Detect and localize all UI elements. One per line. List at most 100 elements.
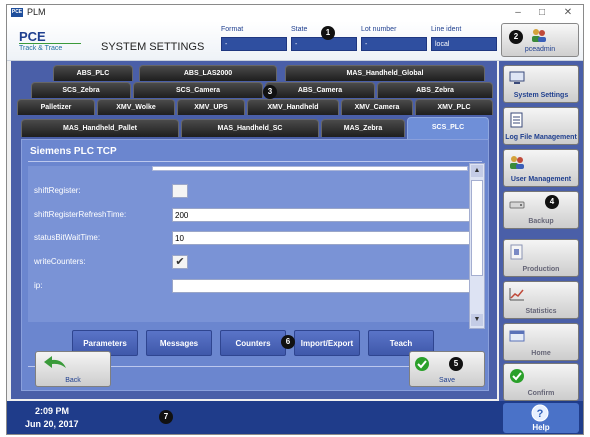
shift-register-refresh-time-input[interactable]: 200: [172, 208, 482, 222]
nav-system-settings[interactable]: System Settings: [503, 65, 579, 103]
marker-7: 7: [159, 410, 173, 424]
settings-panel: ABS_PLC ABS_LAS2000 MAS_Handheld_Global …: [11, 61, 497, 399]
title-bar: PCE PLM – □ ✕: [7, 5, 583, 21]
minimize-button[interactable]: –: [507, 5, 529, 21]
tab-abs-plc[interactable]: ABS_PLC: [53, 65, 133, 81]
marker-1: 1: [321, 26, 335, 40]
settings-form: shiftRegister: shiftRegisterRefreshTime:…: [28, 166, 482, 322]
app-icon: PCE: [11, 8, 23, 17]
lot-number-label: Lot number: [361, 26, 397, 33]
nav-home[interactable]: Home: [503, 323, 579, 361]
back-button[interactable]: Back: [35, 351, 111, 387]
tab-mas-handheld-global[interactable]: MAS_Handheld_Global: [285, 65, 485, 81]
format-label: Format: [221, 26, 244, 33]
scroll-up-icon[interactable]: ▲: [471, 165, 483, 177]
checkmark-icon: [415, 357, 429, 371]
tab-mas-handheld-sc[interactable]: MAS_Handheld_SC: [181, 119, 319, 137]
tab-abs-zebra[interactable]: ABS_Zebra: [377, 82, 493, 98]
status-bar: 2:09 PM Jun 20, 2017 7 ? Help: [7, 401, 583, 434]
write-counters-checkbox[interactable]: ✔: [172, 255, 188, 269]
marker-3: 3: [263, 85, 277, 99]
counters-button[interactable]: Counters: [220, 330, 286, 356]
nav-label: Confirm: [527, 390, 555, 397]
status-bit-wait-time-input[interactable]: 10: [172, 231, 482, 245]
tab-xmv-plc[interactable]: XMV_PLC: [415, 99, 493, 115]
ip-input[interactable]: [172, 279, 482, 293]
tab-scs-camera[interactable]: SCS_Camera: [133, 82, 263, 98]
tab-xmv-ups[interactable]: XMV_UPS: [177, 99, 245, 115]
form-row-write-counters: writeCounters: ✔: [34, 255, 474, 271]
lot-number-field: Lot number -: [361, 26, 427, 56]
home-icon: [509, 330, 525, 342]
form-row-ip: ip:: [34, 279, 482, 295]
import-export-button[interactable]: Import/Export: [294, 330, 360, 356]
line-ident-label: Line ident: [431, 26, 462, 33]
production-icon: [510, 244, 523, 260]
field-label: statusBitWaitTime:: [34, 233, 101, 242]
nav-label: System Settings: [513, 92, 569, 99]
logo-text: PCE: [19, 29, 46, 44]
maximize-button[interactable]: □: [531, 5, 553, 21]
format-field: Format -: [221, 26, 287, 56]
nav-label: Log File Management: [505, 134, 577, 141]
lot-number-value: -: [361, 37, 427, 51]
nav-label: Production: [522, 266, 560, 273]
nav-log-file-management[interactable]: Log File Management: [503, 107, 579, 145]
line-ident-field: Line ident local: [431, 26, 497, 56]
marker-2: 2: [509, 30, 523, 44]
nav-statistics[interactable]: Statistics: [503, 281, 579, 319]
save-button[interactable]: Save: [409, 351, 485, 387]
help-label: Help: [532, 423, 550, 432]
form-row-status-bit-wait-time: statusBitWaitTime: 10: [34, 231, 482, 247]
divider: [28, 161, 482, 162]
help-button[interactable]: ? Help: [503, 403, 579, 433]
back-arrow-icon: [44, 356, 66, 368]
tab-xmv-wolke[interactable]: XMV_Wolke: [97, 99, 175, 115]
form-row-shift-register-refresh-time: shiftRegisterRefreshTime: 200: [34, 208, 482, 224]
svg-text:?: ?: [537, 408, 544, 420]
partial-field: [152, 166, 468, 171]
nav-backup[interactable]: Backup: [503, 191, 579, 229]
tab-xmv-camera[interactable]: XMV_Camera: [341, 99, 413, 115]
vertical-scrollbar[interactable]: ▲ ▼: [469, 163, 485, 329]
nav-label: Statistics: [525, 308, 557, 315]
statistics-icon: [509, 288, 524, 301]
page-title: SYSTEM SETTINGS: [101, 41, 205, 53]
logo-underline: [19, 43, 81, 44]
scrollbar-thumb[interactable]: [471, 180, 483, 276]
nav-production[interactable]: Production: [503, 239, 579, 277]
marker-5: 5: [449, 357, 463, 371]
messages-button[interactable]: Messages: [146, 330, 212, 356]
back-label: Back: [65, 377, 81, 384]
save-label: Save: [439, 377, 455, 384]
right-navigation: System Settings Log File Management User…: [499, 61, 583, 401]
window-title: PLM: [27, 7, 46, 17]
tab-mas-zebra[interactable]: MAS_Zebra: [321, 119, 405, 137]
scroll-down-icon[interactable]: ▼: [471, 314, 483, 326]
logo-subtitle: Track & Trace: [19, 45, 63, 52]
marker-6: 6: [281, 335, 295, 349]
close-button[interactable]: ✕: [557, 5, 579, 21]
field-label: shiftRegister:: [34, 186, 81, 195]
field-label: shiftRegisterRefreshTime:: [34, 210, 127, 219]
form-row-shift-register: shiftRegister:: [34, 184, 474, 200]
format-value: -: [221, 37, 287, 51]
users-icon: [532, 29, 546, 42]
nav-label: User Management: [510, 176, 572, 183]
log-file-icon: [510, 112, 523, 128]
tab-xmv-handheld[interactable]: XMV_Handheld: [247, 99, 339, 115]
users-icon: [510, 156, 524, 169]
tab-scs-zebra[interactable]: SCS_Zebra: [31, 82, 131, 98]
line-ident-value: local: [431, 37, 497, 51]
tab-abs-las2000[interactable]: ABS_LAS2000: [139, 65, 277, 81]
nav-label: Backup: [528, 218, 554, 225]
tab-scs-plc[interactable]: SCS_PLC: [407, 117, 489, 139]
nav-user-management[interactable]: User Management: [503, 149, 579, 187]
shift-register-checkbox[interactable]: [172, 184, 188, 198]
tab-mas-handheld-pallet[interactable]: MAS_Handheld_Pallet: [21, 119, 179, 137]
tab-palletizer[interactable]: Palletizer: [17, 99, 95, 115]
nav-confirm[interactable]: Confirm: [503, 363, 579, 401]
field-label: writeCounters:: [34, 257, 86, 266]
marker-4: 4: [545, 195, 559, 209]
tab-abs-camera[interactable]: ABS_Camera: [265, 82, 375, 98]
